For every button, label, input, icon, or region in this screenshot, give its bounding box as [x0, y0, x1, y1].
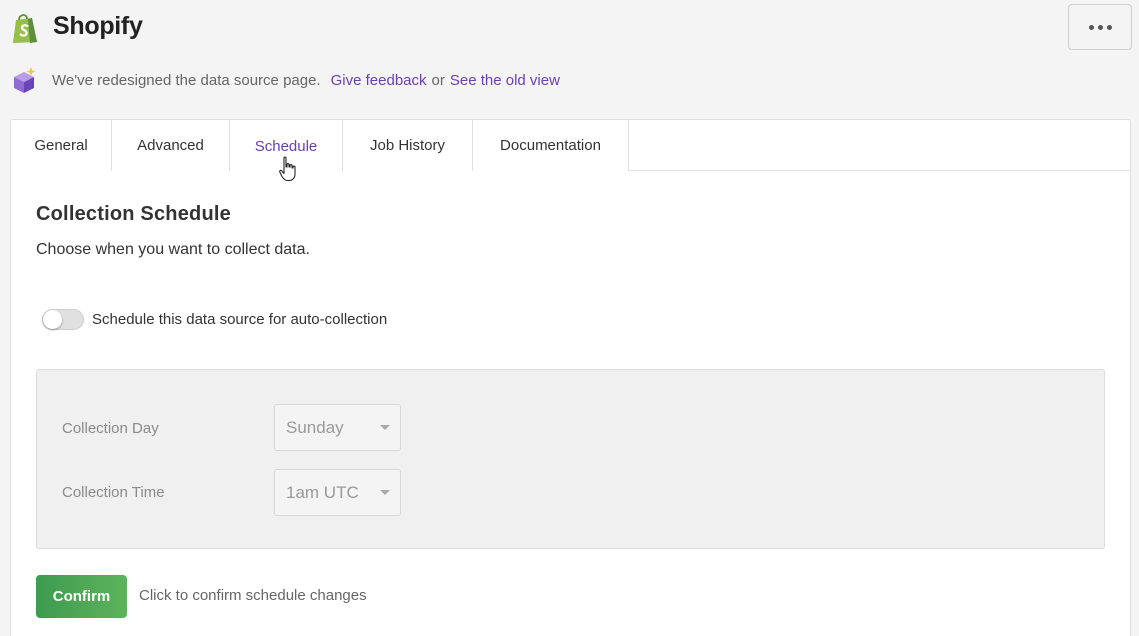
more-options-button[interactable] [1068, 4, 1132, 50]
package-sparkle-icon [14, 67, 36, 93]
collection-day-label: Collection Day [62, 420, 159, 437]
tab-job-history[interactable]: Job History [343, 120, 473, 171]
toggle-knob [43, 310, 62, 329]
chevron-down-icon [380, 425, 390, 430]
collection-time-value: 1am UTC [286, 482, 359, 502]
data-source-card: General Advanced Schedule Job History Do… [10, 119, 1131, 636]
ellipsis-dot [1106, 24, 1112, 30]
confirm-hint: Click to confirm schedule changes [139, 587, 367, 604]
collection-time-select[interactable]: 1am UTC [274, 469, 401, 516]
give-feedback-link[interactable]: Give feedback [331, 72, 427, 89]
auto-collection-toggle[interactable] [42, 309, 84, 330]
redesign-notice: We've redesigned the data source page. G… [12, 66, 560, 94]
chevron-down-icon [380, 490, 390, 495]
section-description: Choose when you want to collect data. [36, 241, 310, 258]
schedule-settings-panel: Collection Day Sunday Collection Time 1a… [36, 369, 1105, 549]
toggle-label: Schedule this data source for auto-colle… [92, 311, 388, 328]
notice-text: We've redesigned the data source page. [52, 71, 321, 89]
tab-advanced[interactable]: Advanced [112, 120, 230, 171]
tab-documentation[interactable]: Documentation [473, 120, 629, 171]
confirm-button[interactable]: Confirm [36, 575, 127, 618]
collection-day-select[interactable]: Sunday [274, 404, 401, 451]
app-title: Shopify [53, 12, 143, 40]
tab-bar: General Advanced Schedule Job History Do… [11, 120, 1130, 182]
ellipsis-dot [1097, 24, 1103, 30]
shopify-logo-icon [13, 14, 37, 43]
notice-or-text: or [431, 71, 445, 89]
collection-day-value: Sunday [286, 417, 344, 437]
hand-cursor-icon [279, 156, 296, 182]
auto-collection-toggle-row: Schedule this data source for auto-colle… [42, 309, 387, 330]
tab-general[interactable]: General [11, 120, 112, 171]
section-title: Collection Schedule [36, 203, 231, 225]
see-old-view-link[interactable]: See the old view [450, 72, 560, 89]
collection-time-label: Collection Time [62, 484, 165, 501]
ellipsis-icon [1088, 24, 1094, 30]
